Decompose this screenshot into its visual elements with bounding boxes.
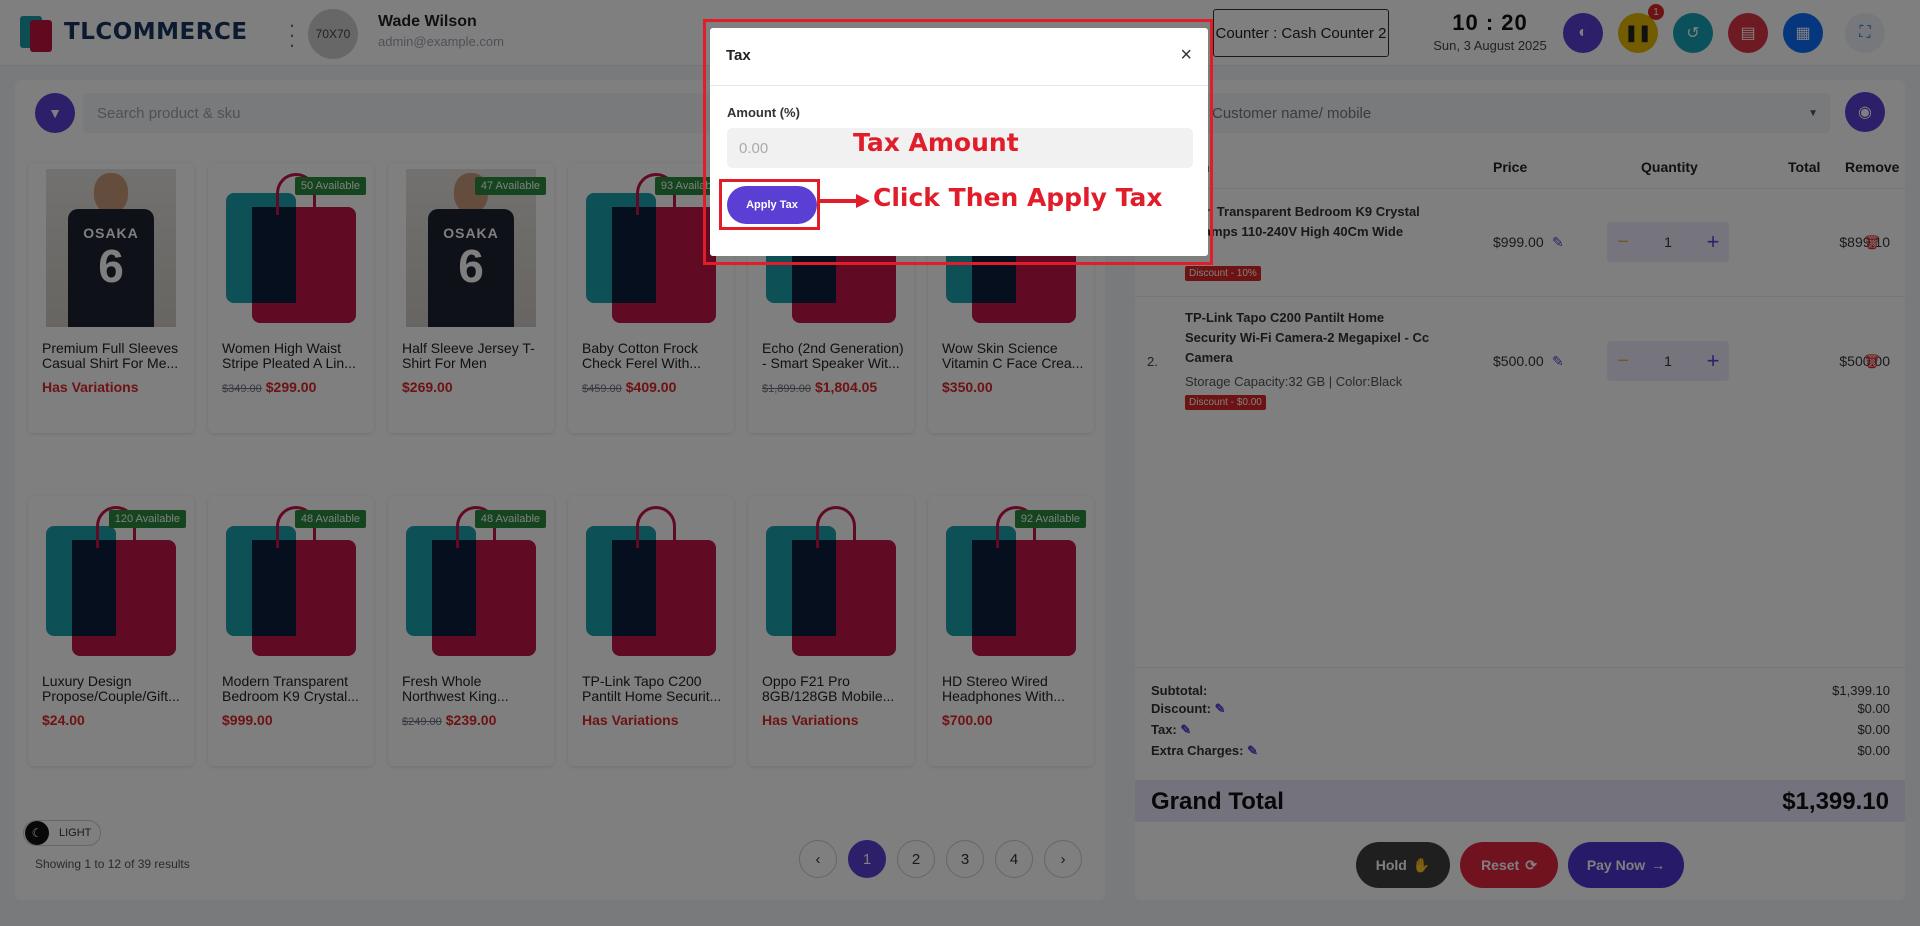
annotation-highlight-button [719, 179, 820, 230]
annotation-arrow-icon [820, 194, 870, 208]
annotation-tax-amount: Tax Amount [853, 128, 1019, 157]
annotation-apply-hint: Click Then Apply Tax [873, 183, 1163, 212]
